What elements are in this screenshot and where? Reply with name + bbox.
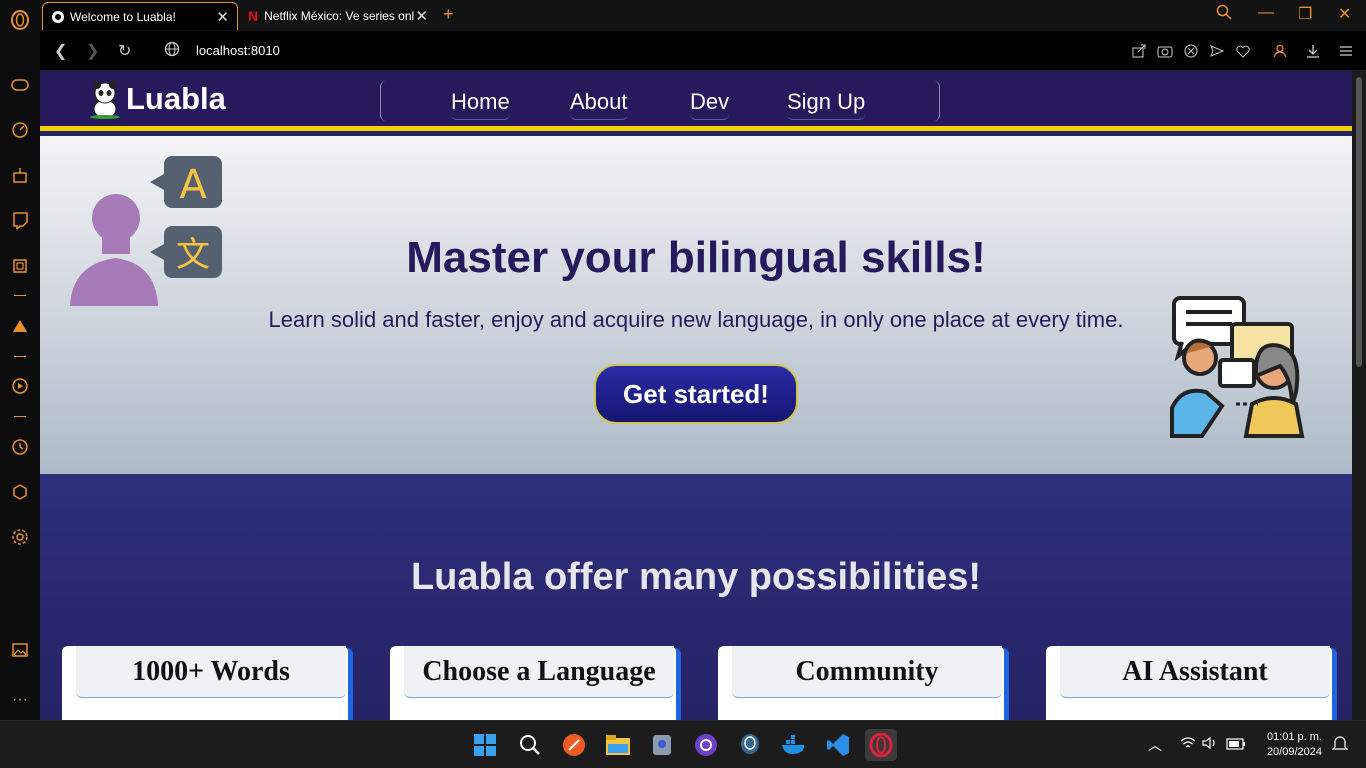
card-title: Community <box>732 646 1002 698</box>
profile-icon[interactable] <box>1271 42 1289 60</box>
clock-date: 20/09/2024 <box>1266 746 1322 758</box>
vscode-icon[interactable] <box>822 729 854 761</box>
feature-card-language[interactable]: Choose a Language <box>390 646 676 720</box>
url-field[interactable]: localhost:8010 <box>196 43 280 58</box>
panda-logo-icon <box>90 81 120 119</box>
battery-icon[interactable] <box>1226 737 1246 755</box>
aria-icon[interactable] <box>9 315 31 337</box>
send-icon[interactable] <box>1208 42 1226 60</box>
postgresql-icon[interactable] <box>734 729 766 761</box>
feature-card-words[interactable]: 1000+ Words <box>62 646 348 720</box>
feature-card-ai[interactable]: AI Assistant <box>1046 646 1332 720</box>
wifi-icon[interactable] <box>1180 736 1196 755</box>
twitch-icon[interactable] <box>9 209 31 231</box>
clock-time: 01:01 p. m. <box>1266 731 1322 743</box>
nav-about-link[interactable]: About <box>570 89 628 120</box>
reload-icon[interactable]: ↻ <box>118 41 131 61</box>
search-tabs-icon[interactable] <box>1216 4 1232 25</box>
gx-control-icon[interactable] <box>9 255 31 277</box>
tab-label: Welcome to Luabla! <box>70 9 176 24</box>
history-icon[interactable] <box>9 436 31 458</box>
close-tab-icon[interactable]: ✕ <box>415 7 428 25</box>
file-explorer-icon[interactable] <box>602 729 634 761</box>
windows-taskbar: ︿ 01:01 p. m. 20/09/2024 <box>0 720 1366 768</box>
opera-gx-icon[interactable] <box>865 729 897 761</box>
address-bar: ❮ ❯ ↻ localhost:8010 <box>40 31 1366 71</box>
scrollbar-thumb[interactable] <box>1356 77 1362 367</box>
svg-text:A: A <box>179 162 207 208</box>
player-icon[interactable] <box>9 375 31 397</box>
card-title: AI Assistant <box>1060 646 1330 698</box>
features-section: Luabla offer many possibilities! 1000+ W… <box>40 474 1352 720</box>
snapshot-camera-icon[interactable] <box>1156 42 1174 60</box>
page-viewport: Luabla Home About Dev Sign Up A 文 Master… <box>40 71 1352 720</box>
logo-text: Luabla <box>126 81 226 116</box>
site-logo[interactable]: Luabla <box>88 79 226 119</box>
minimize-icon[interactable]: — <box>1258 4 1274 22</box>
gamepad-icon[interactable] <box>9 74 31 96</box>
forward-icon[interactable]: ❯ <box>86 41 99 61</box>
volume-icon[interactable] <box>1202 736 1218 755</box>
share-icon[interactable] <box>1130 42 1148 60</box>
github-desktop-icon[interactable] <box>690 729 722 761</box>
tab-netflix[interactable]: N Netflix México: Ve series onli ✕ <box>240 2 436 30</box>
page-scrollbar[interactable] <box>1352 71 1366 720</box>
nav-signup-link[interactable]: Sign Up <box>787 89 866 120</box>
features-heading: Luabla offer many possibilities! <box>410 556 982 598</box>
chevron-up-icon[interactable]: ︿ <box>1148 735 1162 755</box>
browser-sidebar: ··· <box>0 0 40 720</box>
feature-card-community[interactable]: Community <box>718 646 1004 720</box>
windows-start-icon[interactable] <box>469 729 501 761</box>
adblock-icon[interactable] <box>1182 42 1200 60</box>
search-icon[interactable] <box>514 729 546 761</box>
card-title: Choose a Language <box>404 646 674 698</box>
system-clock[interactable]: 01:01 p. m. 20/09/2024 <box>1267 730 1322 760</box>
hero-title: Master your bilingual skills! <box>406 233 986 282</box>
postman-icon[interactable] <box>558 729 590 761</box>
sidebar-separator <box>14 295 26 296</box>
sidebar-separator <box>14 356 26 357</box>
nav-home-link[interactable]: Home <box>451 89 510 120</box>
tab-bar: Welcome to Luabla! ✕ N Netflix México: V… <box>40 0 1366 31</box>
new-tab-icon[interactable]: + <box>443 4 454 25</box>
speed-dial-icon[interactable] <box>9 119 31 141</box>
tab-label: Netflix México: Ve series onli <box>264 9 415 23</box>
snipping-tool-icon[interactable] <box>646 729 678 761</box>
restore-icon[interactable]: ❐ <box>1298 4 1312 24</box>
notification-bell-icon[interactable] <box>1331 735 1349 758</box>
nav-links-container: Home About Dev Sign Up <box>380 81 940 121</box>
easy-setup-icon[interactable] <box>1337 42 1355 60</box>
get-started-button[interactable]: Get started! <box>594 364 798 424</box>
back-icon[interactable]: ❮ <box>54 41 67 61</box>
globe-icon <box>52 10 64 23</box>
close-tab-icon[interactable]: ✕ <box>216 8 229 26</box>
translation-person-illustration: A 文 <box>70 156 222 306</box>
hero-section: A 文 Master your bilingual skills! Learn … <box>40 136 1352 474</box>
close-window-icon[interactable]: ✕ <box>1338 4 1351 24</box>
sidebar-separator <box>14 416 26 417</box>
settings-gear-icon[interactable] <box>9 526 31 548</box>
card-title: 1000+ Words <box>76 646 346 698</box>
wallpaper-icon[interactable] <box>9 639 31 661</box>
extensions-cube-icon[interactable] <box>9 481 31 503</box>
hero-subtitle: Learn solid and faster, enjoy and acquir… <box>268 307 1124 332</box>
nav-dev-link[interactable]: Dev <box>690 89 730 120</box>
conversation-people-illustration <box>1170 296 1305 438</box>
gx-cleaner-icon[interactable] <box>9 164 31 186</box>
netflix-icon: N <box>248 8 259 24</box>
downloads-icon[interactable] <box>1304 42 1322 60</box>
site-info-globe-icon[interactable] <box>164 41 180 62</box>
site-navbar: Luabla Home About Dev Sign Up <box>40 71 1352 131</box>
opera-logo-icon[interactable] <box>9 9 31 31</box>
docker-icon[interactable] <box>778 729 810 761</box>
more-options-icon[interactable]: ··· <box>9 689 31 711</box>
bookmark-heart-icon[interactable] <box>1234 42 1252 60</box>
tab-luabla[interactable]: Welcome to Luabla! ✕ <box>42 2 238 30</box>
